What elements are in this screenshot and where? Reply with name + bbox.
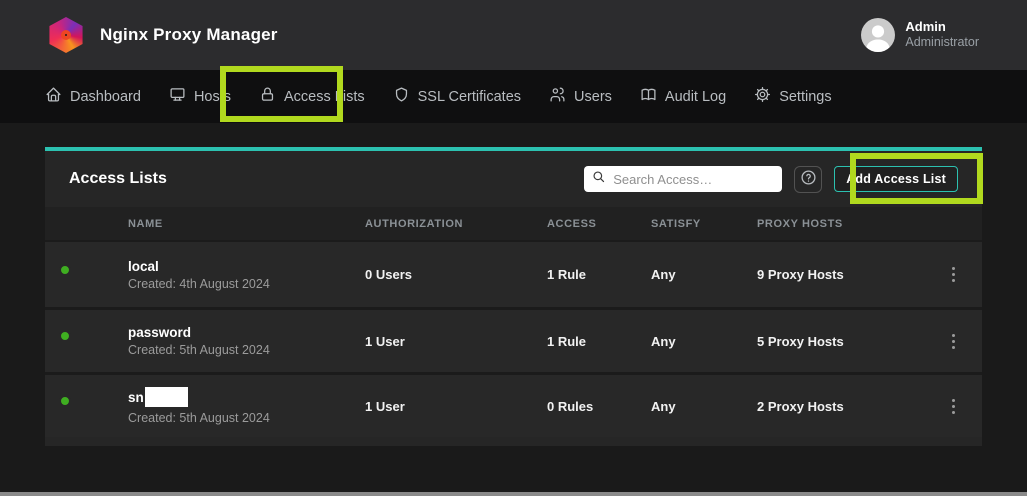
authorization-value: 0 Users (365, 267, 547, 282)
nav-item-users[interactable]: Users (535, 70, 626, 123)
shield-icon (393, 86, 410, 107)
nav-item-hosts[interactable]: Hosts (155, 70, 245, 123)
nav-item-settings[interactable]: Settings (740, 70, 845, 123)
row-menu-kebab-icon[interactable] (949, 395, 958, 418)
access-lists-panel: Access Lists Add Access List NAME AUTHOR… (45, 147, 982, 446)
online-status-dot (59, 264, 71, 276)
nav-label: Settings (779, 89, 831, 105)
table-row[interactable]: sn Created: 5th August 2024 1 User 0 Rul… (45, 372, 982, 437)
table-row[interactable]: local Created: 4th August 2024 0 Users 1… (45, 242, 982, 307)
proxy-hosts-value: 9 Proxy Hosts (757, 267, 925, 282)
home-icon (45, 86, 62, 107)
add-access-list-button[interactable]: Add Access List (834, 166, 958, 192)
help-button[interactable] (794, 166, 822, 193)
user-role: Administrator (905, 35, 979, 51)
nav-label: Access Lists (284, 89, 365, 105)
users-icon (549, 86, 566, 107)
column-header-authorization: AUTHORIZATION (365, 218, 547, 230)
table-row[interactable]: password Created: 5th August 2024 1 User… (45, 307, 982, 372)
access-list-name: local (128, 259, 159, 274)
column-header-proxy-hosts: PROXY HOSTS (757, 218, 925, 230)
gear-icon (754, 86, 771, 107)
monitor-icon (169, 86, 186, 107)
search-box (584, 166, 782, 192)
book-icon (640, 86, 657, 107)
satisfy-value: Any (651, 334, 757, 349)
online-status-dot (59, 330, 71, 342)
online-status-dot (59, 395, 71, 407)
search-input[interactable] (613, 172, 774, 187)
access-list-created: Created: 5th August 2024 (128, 343, 365, 357)
lock-icon (259, 86, 276, 107)
row-menu-kebab-icon[interactable] (949, 263, 958, 286)
column-header-satisfy: SATISFY (651, 218, 757, 230)
nav-item-ssl-certificates[interactable]: SSL Certificates (379, 70, 535, 123)
nav-item-audit-log[interactable]: Audit Log (626, 70, 740, 123)
nav-item-access-lists[interactable]: Access Lists (245, 70, 379, 123)
nav-label: Dashboard (70, 89, 141, 105)
redaction-box (145, 387, 188, 407)
app-header: Nginx Proxy Manager Admin Administrator (0, 0, 1027, 70)
window-bottom-edge (0, 492, 1027, 496)
page-content: Access Lists Add Access List NAME AUTHOR… (0, 123, 1027, 496)
question-circle-icon (800, 169, 817, 189)
authorization-value: 1 User (365, 399, 547, 414)
app-brand: Nginx Proxy Manager (48, 17, 278, 53)
access-list-name: password (128, 325, 191, 340)
access-list-created: Created: 4th August 2024 (128, 277, 365, 291)
nav-label: Audit Log (665, 89, 726, 105)
app-logo-icon (48, 17, 84, 53)
access-list-created: Created: 5th August 2024 (128, 411, 365, 425)
table-header-row: NAME AUTHORIZATION ACCESS SATISFY PROXY … (45, 207, 982, 242)
nav-item-dashboard[interactable]: Dashboard (31, 70, 155, 123)
search-icon (592, 170, 606, 189)
column-header-name: NAME (128, 218, 365, 230)
user-name: Admin (905, 19, 979, 35)
panel-title: Access Lists (69, 170, 167, 188)
nav-label: SSL Certificates (418, 89, 521, 105)
user-menu[interactable]: Admin Administrator (861, 18, 979, 52)
user-avatar (861, 18, 895, 52)
authorization-value: 1 User (365, 334, 547, 349)
proxy-hosts-value: 5 Proxy Hosts (757, 334, 925, 349)
access-value: 0 Rules (547, 399, 651, 414)
satisfy-value: Any (651, 399, 757, 414)
access-value: 1 Rule (547, 334, 651, 349)
proxy-hosts-value: 2 Proxy Hosts (757, 399, 925, 414)
app-title: Nginx Proxy Manager (100, 25, 278, 45)
access-list-name: sn (128, 390, 144, 405)
nav-label: Hosts (194, 89, 231, 105)
main-nav: Dashboard Hosts Access Lists SSL Certifi… (0, 70, 1027, 123)
satisfy-value: Any (651, 267, 757, 282)
access-value: 1 Rule (547, 267, 651, 282)
column-header-access: ACCESS (547, 218, 651, 230)
row-menu-kebab-icon[interactable] (949, 330, 958, 353)
nav-label: Users (574, 89, 612, 105)
